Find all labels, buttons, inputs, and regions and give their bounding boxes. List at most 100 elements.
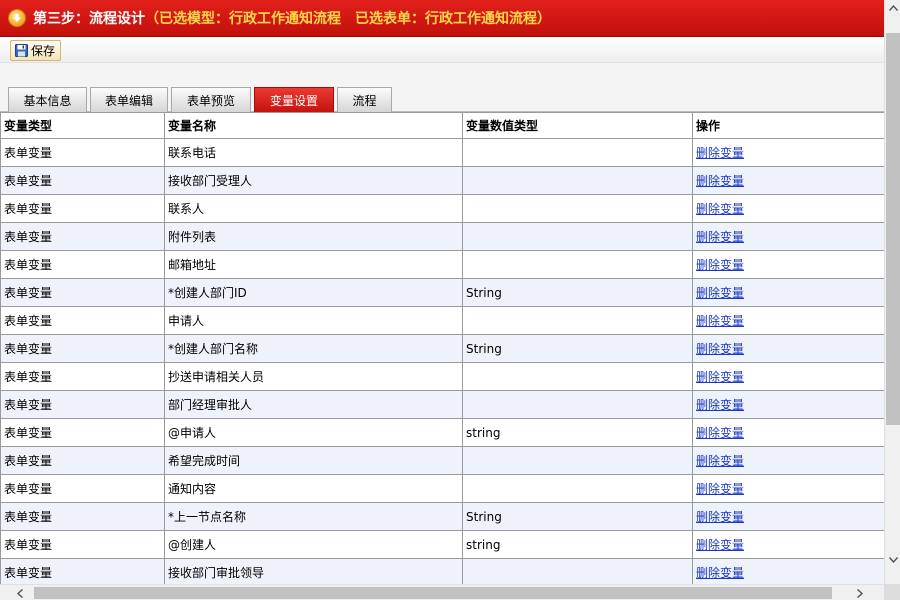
vertical-scrollbar[interactable] xyxy=(884,0,900,584)
floppy-disk-icon xyxy=(15,44,28,57)
cell-variable-name: 联系电话 xyxy=(164,138,463,167)
cell-action: 删除变量 xyxy=(692,222,884,251)
cell-variable-type: 表单变量 xyxy=(0,390,165,419)
table-row: 表单变量 *上一节点名称 String 删除变量 xyxy=(0,502,884,531)
table-row: 表单变量 申请人 删除变量 xyxy=(0,306,884,335)
tab-basic-info[interactable]: 基本信息 xyxy=(8,87,87,112)
cell-variable-name: *创建人部门ID xyxy=(164,278,463,307)
scroll-left-icon[interactable] xyxy=(12,585,28,600)
table-row: 表单变量 @创建人 string 删除变量 xyxy=(0,530,884,559)
cell-variable-name: 申请人 xyxy=(164,306,463,335)
cell-action: 删除变量 xyxy=(692,558,884,584)
table-row: 表单变量 邮箱地址 删除变量 xyxy=(0,250,884,279)
toolbar: 保存 xyxy=(0,37,884,63)
table-row: 表单变量 接收部门受理人 删除变量 xyxy=(0,166,884,195)
delete-variable-link[interactable]: 删除变量 xyxy=(696,230,744,244)
vertical-scroll-thumb[interactable] xyxy=(886,33,900,425)
table-row: 表单变量 希望完成时间 删除变量 xyxy=(0,446,884,475)
cell-value-type: string xyxy=(462,530,693,559)
delete-variable-link[interactable]: 删除变量 xyxy=(696,510,744,524)
cell-variable-type: 表单变量 xyxy=(0,502,165,531)
delete-variable-link[interactable]: 删除变量 xyxy=(696,398,744,412)
cell-action: 删除变量 xyxy=(692,138,884,167)
delete-variable-link[interactable]: 删除变量 xyxy=(696,426,744,440)
cell-variable-type: 表单变量 xyxy=(0,306,165,335)
title-bar: 第三步：流程设计 （已选模型：行政工作通知流程 已选表单：行政工作通知流程） xyxy=(0,0,884,37)
delete-variable-link[interactable]: 删除变量 xyxy=(696,258,744,272)
delete-variable-link[interactable]: 删除变量 xyxy=(696,370,744,384)
cell-action: 删除变量 xyxy=(692,306,884,335)
table-row: 表单变量 @申请人 string 删除变量 xyxy=(0,418,884,447)
cell-variable-name: 联系人 xyxy=(164,194,463,223)
scroll-right-icon[interactable] xyxy=(852,585,868,600)
cell-variable-name: 接收部门审批领导 xyxy=(164,558,463,584)
cell-action: 删除变量 xyxy=(692,278,884,307)
delete-variable-link[interactable]: 删除变量 xyxy=(696,342,744,356)
column-header-action: 操作 xyxy=(692,112,884,139)
cell-variable-name: 部门经理审批人 xyxy=(164,390,463,419)
column-header-value-type: 变量数值类型 xyxy=(462,112,693,139)
tab-form-edit[interactable]: 表单编辑 xyxy=(90,87,168,112)
cell-value-type: string xyxy=(462,418,693,447)
cell-action: 删除变量 xyxy=(692,250,884,279)
cell-value-type xyxy=(462,558,693,584)
cell-action: 删除变量 xyxy=(692,530,884,559)
save-button[interactable]: 保存 xyxy=(10,40,62,61)
delete-variable-link[interactable]: 删除变量 xyxy=(696,482,744,496)
cell-variable-type: 表单变量 xyxy=(0,530,165,559)
cell-value-type xyxy=(462,474,693,503)
horizontal-scrollbar[interactable] xyxy=(0,584,884,600)
delete-variable-link[interactable]: 删除变量 xyxy=(696,314,744,328)
cell-variable-name: 接收部门受理人 xyxy=(164,166,463,195)
variables-table: 变量类型 变量名称 变量数值类型 操作 表单变量 联系电话 删除变量 表单变量 接收部门… xyxy=(0,112,884,584)
tab-process[interactable]: 流程 xyxy=(337,87,392,112)
delete-variable-link[interactable]: 删除变量 xyxy=(696,454,744,468)
cell-variable-name: 附件列表 xyxy=(164,222,463,251)
cell-variable-type: 表单变量 xyxy=(0,138,165,167)
cell-action: 删除变量 xyxy=(692,390,884,419)
cell-variable-name: *创建人部门名称 xyxy=(164,334,463,363)
cell-value-type xyxy=(462,194,693,223)
table-row: 表单变量 接收部门审批领导 删除变量 xyxy=(0,558,884,584)
tab-variable-settings[interactable]: 变量设置 xyxy=(254,87,334,112)
cell-variable-name: @创建人 xyxy=(164,530,463,559)
cell-value-type: String xyxy=(462,334,693,363)
cell-action: 删除变量 xyxy=(692,474,884,503)
table-row: 表单变量 *创建人部门名称 String 删除变量 xyxy=(0,334,884,363)
tab-form-preview[interactable]: 表单预览 xyxy=(171,87,251,112)
cell-variable-type: 表单变量 xyxy=(0,194,165,223)
cell-value-type xyxy=(462,250,693,279)
delete-variable-link[interactable]: 删除变量 xyxy=(696,202,744,216)
save-label: 保存 xyxy=(31,44,56,58)
column-header-variable-type: 变量类型 xyxy=(0,112,165,139)
cell-action: 删除变量 xyxy=(692,362,884,391)
cell-variable-name: @申请人 xyxy=(164,418,463,447)
cell-variable-type: 表单变量 xyxy=(0,474,165,503)
cell-variable-type: 表单变量 xyxy=(0,222,165,251)
spacer xyxy=(0,63,884,84)
cell-variable-name: *上一节点名称 xyxy=(164,502,463,531)
cell-value-type: String xyxy=(462,278,693,307)
delete-variable-link[interactable]: 删除变量 xyxy=(696,538,744,552)
selected-form: 已选表单：行政工作通知流程） xyxy=(355,11,551,27)
cell-variable-type: 表单变量 xyxy=(0,446,165,475)
scroll-down-icon[interactable] xyxy=(885,552,900,568)
cell-variable-type: 表单变量 xyxy=(0,278,165,307)
cell-value-type xyxy=(462,446,693,475)
table-row: 表单变量 联系人 删除变量 xyxy=(0,194,884,223)
delete-variable-link[interactable]: 删除变量 xyxy=(696,174,744,188)
delete-variable-link[interactable]: 删除变量 xyxy=(696,286,744,300)
scroll-up-icon[interactable] xyxy=(885,0,900,16)
variables-grid: 变量类型 变量名称 变量数值类型 操作 表单变量 联系电话 删除变量 表单变量 接收部门… xyxy=(0,112,884,584)
cell-value-type xyxy=(462,222,693,251)
delete-variable-link[interactable]: 删除变量 xyxy=(696,146,744,160)
table-row: 表单变量 部门经理审批人 删除变量 xyxy=(0,390,884,419)
page-title: 第三步：流程设计 xyxy=(33,11,145,27)
table-row: 表单变量 附件列表 删除变量 xyxy=(0,222,884,251)
horizontal-scroll-thumb[interactable] xyxy=(34,587,832,599)
column-header-variable-name: 变量名称 xyxy=(164,112,463,139)
selected-model: （已选模型：行政工作通知流程 xyxy=(145,11,341,27)
scrollbar-corner xyxy=(884,584,900,600)
cell-value-type xyxy=(462,306,693,335)
delete-variable-link[interactable]: 删除变量 xyxy=(696,566,744,580)
